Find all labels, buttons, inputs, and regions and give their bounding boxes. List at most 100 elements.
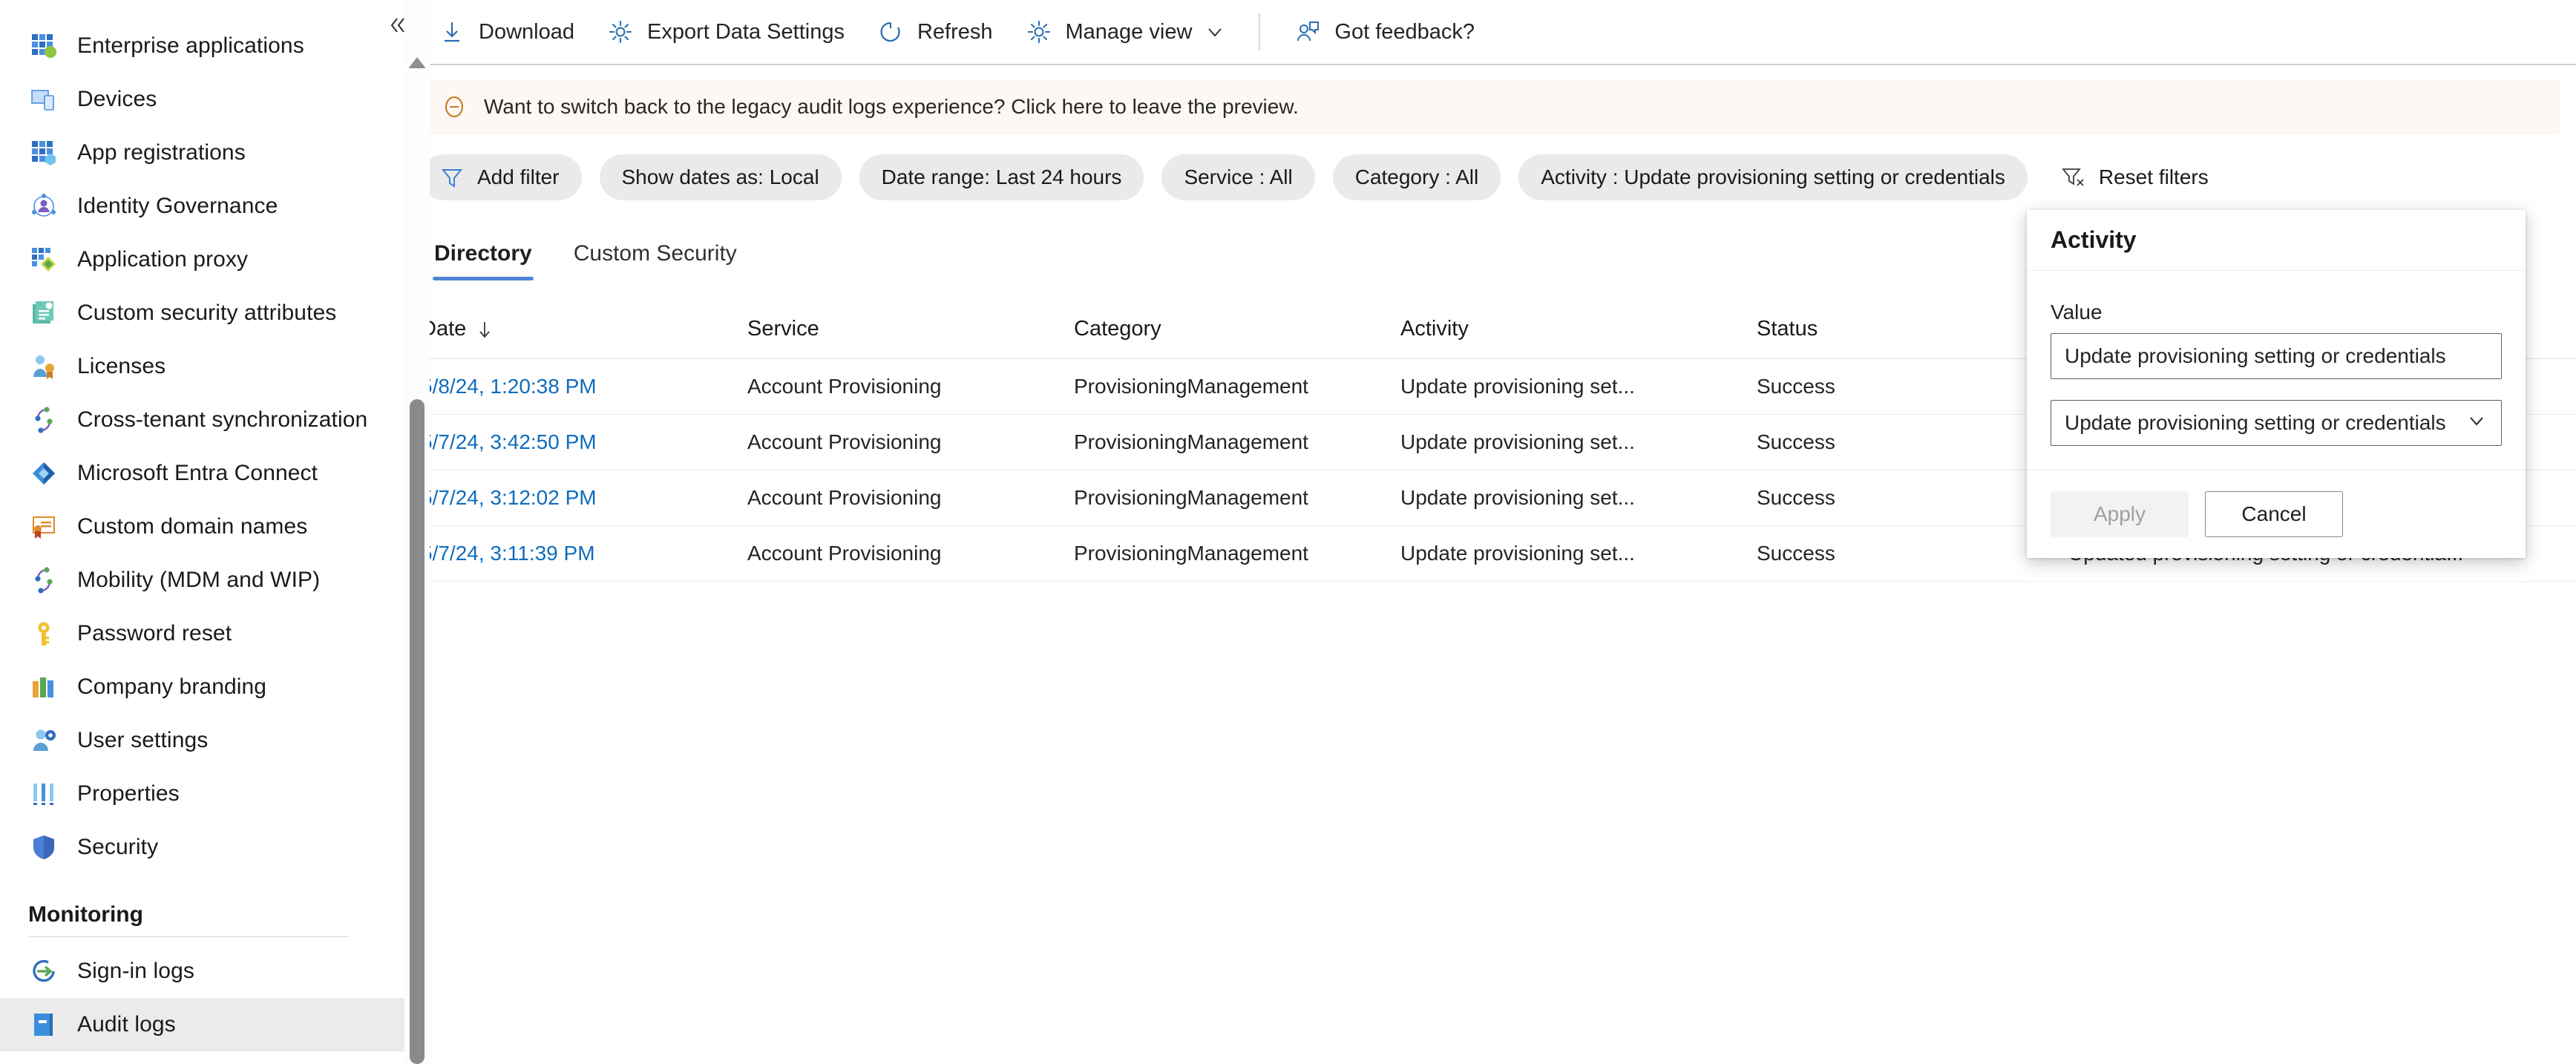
identity-governance-icon bbox=[28, 191, 59, 222]
sidebar-item-microsoft-entra-connect[interactable]: Microsoft Entra Connect bbox=[0, 447, 404, 500]
cell-date[interactable]: 5/7/24, 3:42:50 PM bbox=[421, 430, 747, 454]
column-header-date[interactable]: Date bbox=[421, 317, 747, 341]
sidebar-item-app-registrations[interactable]: App registrations bbox=[0, 126, 404, 180]
cell-status: Success bbox=[1757, 375, 1835, 398]
cell-status: Success bbox=[1757, 542, 1835, 565]
refresh-icon bbox=[876, 17, 905, 47]
filter-pill-show-dates-as[interactable]: Show dates as: Local bbox=[599, 154, 842, 200]
sidebar-item-label: Company branding bbox=[77, 674, 267, 699]
chevron-down-icon bbox=[1205, 22, 1225, 42]
sidebar-item-identity-governance[interactable]: Identity Governance bbox=[0, 180, 404, 233]
cell-date[interactable]: 5/7/24, 3:11:39 PM bbox=[421, 542, 747, 565]
audit-logs-page: Enterprise applications Devices App regi… bbox=[0, 0, 2576, 1064]
sidebar-item-properties[interactable]: Properties bbox=[0, 767, 404, 821]
export-data-settings-button[interactable]: Export Data Settings bbox=[592, 9, 858, 55]
activity-value-dropdown-text: Update provisioning setting or credentia… bbox=[2065, 411, 2446, 434]
refresh-label: Refresh bbox=[917, 19, 993, 44]
manage-view-button[interactable]: Manage view bbox=[1011, 9, 1239, 55]
sidebar-item-label: Properties bbox=[77, 781, 180, 806]
download-icon bbox=[437, 17, 467, 47]
cell-activity: Update provisioning set... bbox=[1400, 486, 1635, 509]
filter-clear-icon bbox=[2060, 164, 2087, 191]
flyout-body: Value Update provisioning setting or cre… bbox=[2027, 271, 2526, 470]
cross-tenant-synchronization-icon bbox=[28, 404, 59, 436]
cancel-button[interactable]: Cancel bbox=[2205, 491, 2343, 537]
column-header-activity[interactable]: Activity bbox=[1400, 317, 1757, 341]
mobility-icon bbox=[28, 565, 59, 596]
app-registrations-icon bbox=[28, 137, 59, 168]
sidebar-item-sign-in-logs[interactable]: Sign-in logs bbox=[0, 945, 404, 998]
main-content: Download Export Data Settings Refresh Ma… bbox=[404, 0, 2576, 1064]
filter-pill-service[interactable]: Service : All bbox=[1161, 154, 1315, 200]
sidebar-item-audit-logs[interactable]: Audit logs bbox=[0, 998, 404, 1051]
sidebar-collapse-chevron-double-left-icon[interactable] bbox=[383, 10, 404, 40]
enterprise-applications-icon bbox=[28, 30, 59, 62]
activity-value-dropdown[interactable]: Update provisioning setting or credentia… bbox=[2051, 400, 2502, 446]
legacy-preview-notice[interactable]: Want to switch back to the legacy audit … bbox=[421, 80, 2560, 134]
password-reset-icon bbox=[28, 618, 59, 649]
activity-filter-flyout: Activity Value Update provisioning setti… bbox=[2027, 210, 2526, 558]
export-data-settings-label: Export Data Settings bbox=[646, 19, 845, 44]
sidebar-item-user-settings[interactable]: User settings bbox=[0, 714, 404, 767]
cell-activity: Update provisioning set... bbox=[1400, 430, 1635, 453]
cell-date[interactable]: 5/7/24, 3:12:02 PM bbox=[421, 486, 747, 510]
column-header-service[interactable]: Service bbox=[747, 317, 1074, 341]
sidebar-scrollbar-thumb[interactable] bbox=[410, 399, 425, 1064]
got-feedback-button[interactable]: Got feedback? bbox=[1279, 9, 1488, 55]
sidebar-item-application-proxy[interactable]: Application proxy bbox=[0, 233, 404, 286]
flyout-footer: Apply Cancel bbox=[2027, 470, 2526, 558]
filter-pill-date-range[interactable]: Date range: Last 24 hours bbox=[859, 154, 1144, 200]
custom-domain-names-icon bbox=[28, 511, 59, 542]
tab-custom-security[interactable]: Custom Security bbox=[560, 227, 750, 280]
security-icon bbox=[28, 832, 59, 863]
flyout-header: Activity bbox=[2027, 210, 2526, 271]
sidebar-item-mobility[interactable]: Mobility (MDM and WIP) bbox=[0, 554, 404, 607]
properties-icon bbox=[28, 778, 59, 810]
feedback-person-icon bbox=[1293, 17, 1323, 47]
company-branding-icon bbox=[28, 671, 59, 703]
column-header-category[interactable]: Category bbox=[1074, 317, 1400, 341]
sidebar-item-security[interactable]: Security bbox=[0, 821, 404, 874]
cell-category: ProvisioningManagement bbox=[1074, 486, 1308, 509]
sidebar-item-label: App registrations bbox=[77, 140, 246, 165]
download-label: Download bbox=[479, 19, 574, 44]
cell-service: Account Provisioning bbox=[747, 542, 942, 565]
cell-activity: Update provisioning set... bbox=[1400, 542, 1635, 565]
refresh-button[interactable]: Refresh bbox=[862, 9, 1006, 55]
sidebar-scrollbar[interactable] bbox=[404, 0, 429, 1064]
sidebar-item-custom-domain-names[interactable]: Custom domain names bbox=[0, 500, 404, 554]
cell-date[interactable]: 5/8/24, 1:20:38 PM bbox=[421, 375, 747, 398]
sidebar-item-enterprise-applications[interactable]: Enterprise applications bbox=[0, 19, 404, 73]
legacy-preview-notice-text: Want to switch back to the legacy audit … bbox=[484, 95, 1299, 118]
cell-service: Account Provisioning bbox=[747, 375, 942, 398]
licenses-icon bbox=[28, 351, 59, 382]
sidebar-item-custom-security-attributes[interactable]: Custom security attributes bbox=[0, 286, 404, 340]
tab-directory[interactable]: Directory bbox=[421, 227, 545, 280]
download-button[interactable]: Download bbox=[424, 9, 588, 55]
sidebar-item-devices[interactable]: Devices bbox=[0, 73, 404, 126]
sidebar-item-cross-tenant-synchronization[interactable]: Cross-tenant synchronization bbox=[0, 393, 404, 447]
sidebar-edge bbox=[429, 0, 430, 1064]
sidebar-item-licenses[interactable]: Licenses bbox=[0, 340, 404, 393]
sidebar-item-label: Devices bbox=[77, 87, 157, 111]
sidebar-item-label: Sign-in logs bbox=[77, 959, 194, 983]
chevron-down-icon bbox=[2465, 410, 2488, 437]
cell-category: ProvisioningManagement bbox=[1074, 542, 1308, 565]
command-bar: Download Export Data Settings Refresh Ma… bbox=[404, 0, 2576, 65]
add-filter-label: Add filter bbox=[477, 165, 560, 188]
reset-filters-button[interactable]: Reset filters bbox=[2053, 155, 2216, 200]
column-header-status[interactable]: Status bbox=[1757, 317, 2068, 341]
sidebar-divider bbox=[28, 936, 349, 937]
scroll-up-arrow-icon[interactable] bbox=[404, 42, 429, 83]
filter-pill-category[interactable]: Category : All bbox=[1332, 154, 1501, 200]
gear-icon bbox=[606, 17, 635, 47]
add-filter-button[interactable]: Add filter bbox=[421, 154, 582, 200]
sidebar-item-company-branding[interactable]: Company branding bbox=[0, 660, 404, 714]
gear-icon bbox=[1024, 17, 1054, 47]
filter-pill-activity[interactable]: Activity : Update provisioning setting o… bbox=[1518, 154, 2028, 200]
sidebar-item-label: Security bbox=[77, 835, 159, 859]
user-settings-icon bbox=[28, 725, 59, 756]
sidebar-item-password-reset[interactable]: Password reset bbox=[0, 607, 404, 660]
apply-button[interactable]: Apply bbox=[2051, 491, 2189, 537]
activity-value-input[interactable]: Update provisioning setting or credentia… bbox=[2051, 333, 2502, 379]
